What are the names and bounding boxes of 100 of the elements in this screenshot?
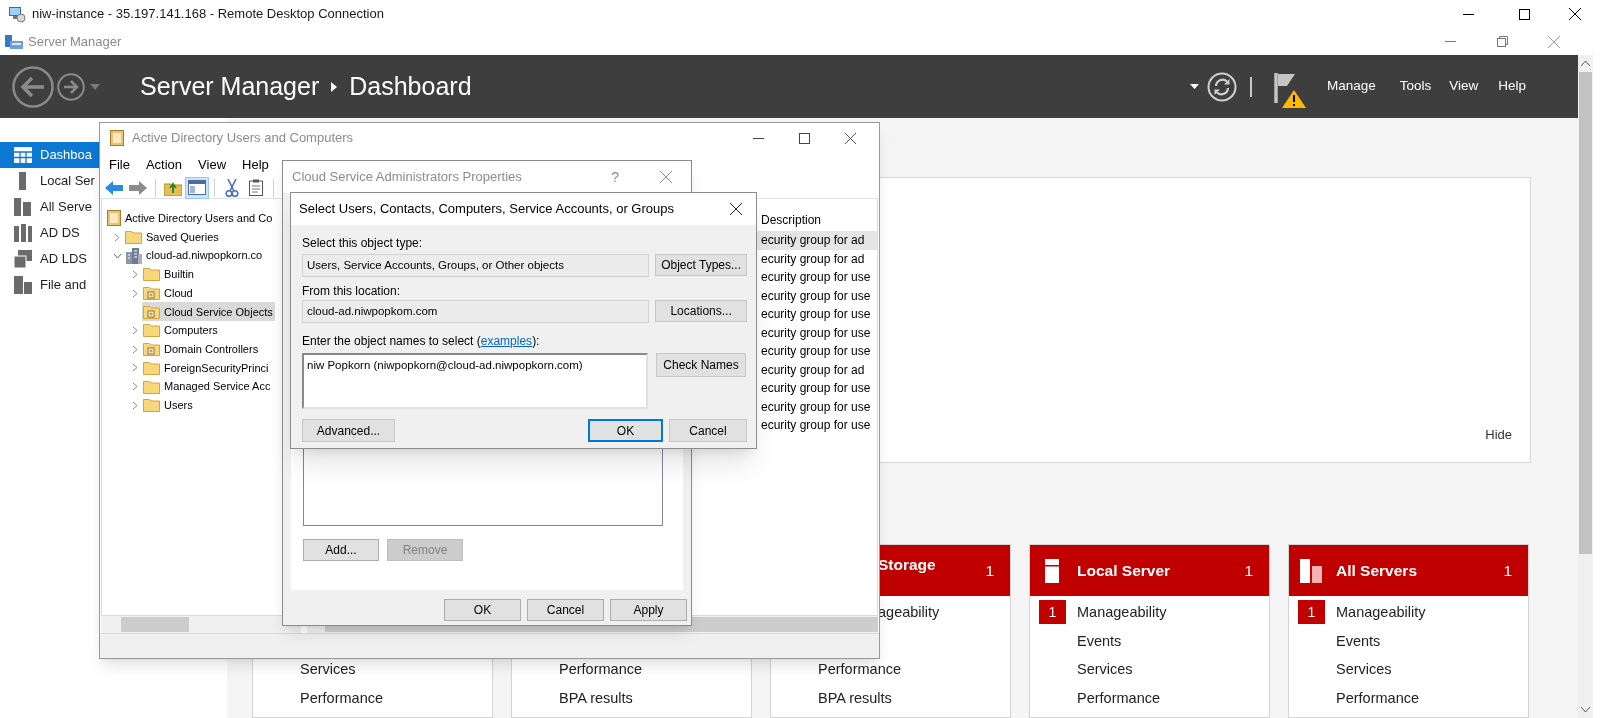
tile-link[interactable]: Performance <box>1336 689 1419 706</box>
menu-item[interactable]: File <box>104 155 135 175</box>
chevron-right-icon[interactable] <box>132 400 138 410</box>
dialog-button[interactable]: OK <box>444 599 521 621</box>
tile-title: Local Server <box>1077 560 1171 581</box>
menu-item[interactable]: Manage <box>1322 76 1380 97</box>
chevron-right-icon[interactable] <box>114 232 120 242</box>
menu-item[interactable]: Help <box>237 155 274 175</box>
window-title: Active Directory Users and Computers <box>132 129 354 148</box>
back-button-icon[interactable] <box>12 65 54 108</box>
tile-link[interactable]: Performance <box>300 689 383 706</box>
tree-item[interactable]: Cloud Service Objects <box>142 302 275 322</box>
minimize-icon[interactable] <box>752 137 764 139</box>
tile-link[interactable]: Events <box>1077 632 1122 649</box>
tree-item[interactable]: Computers <box>142 321 220 340</box>
scroll-down-icon[interactable] <box>1581 707 1590 712</box>
menu-item[interactable]: Tools <box>1395 76 1436 97</box>
breadcrumb-chevron-icon <box>331 81 338 92</box>
hide-link[interactable]: Hide <box>1485 424 1512 444</box>
tile-link[interactable]: Services <box>1077 661 1133 678</box>
sidebar-item[interactable]: Dashboa <box>0 142 99 168</box>
help-button[interactable]: ? <box>611 166 619 188</box>
scrollbar-thumb[interactable] <box>121 617 189 632</box>
column-header[interactable]: Description <box>761 211 822 229</box>
tree-item[interactable]: ForeignSecurityPrinci <box>142 358 271 378</box>
close-icon[interactable] <box>730 203 742 215</box>
minimize-icon[interactable] <box>1462 13 1474 15</box>
menu-item[interactable]: Action <box>140 155 188 175</box>
tile-link[interactable]: Performance <box>559 661 642 678</box>
tile-count: 1 <box>985 560 994 581</box>
scrollbar-thumb[interactable] <box>1579 72 1592 554</box>
folder-document-icon <box>143 286 160 301</box>
dialog-button[interactable]: Locations... <box>655 300 747 322</box>
tree-item[interactable]: Domain Controllers <box>142 339 261 359</box>
clipboard-icon <box>249 179 263 196</box>
tile-link[interactable]: Performance <box>818 661 901 678</box>
chevron-right-icon[interactable] <box>132 269 138 279</box>
examples-link[interactable]: examples <box>480 334 533 348</box>
forward-button-icon[interactable] <box>57 72 85 101</box>
readonly-field: Users, Service Accounts, Groups, or Other objects <box>302 254 650 277</box>
refresh-icon[interactable] <box>1206 71 1237 102</box>
dialog-button[interactable]: Check Names <box>656 353 746 377</box>
dialog-button[interactable]: Cancel <box>527 599 604 621</box>
servers-icon <box>1299 558 1322 583</box>
chevron-right-icon[interactable] <box>132 288 138 298</box>
tile-link[interactable]: Services <box>300 661 356 678</box>
tree-item[interactable]: Active Directory Users and Co <box>106 209 275 228</box>
field-label: Enter the object names to select (examples): <box>302 333 541 349</box>
flag-with-warning-icon[interactable] <box>1272 70 1307 109</box>
window-title: Server Manager <box>28 32 122 51</box>
chevron-down-icon[interactable] <box>112 252 122 259</box>
tile-link[interactable]: Performance <box>1077 689 1160 706</box>
maximize-icon[interactable] <box>1518 8 1530 20</box>
forward-arrow-icon <box>129 180 147 195</box>
tree-item[interactable]: Users <box>142 395 195 415</box>
server-icon <box>1044 558 1059 583</box>
tree-item[interactable]: Managed Service Acc <box>142 377 273 396</box>
field-label: From this location: <box>302 283 402 299</box>
tile-title: All Servers <box>1336 560 1417 581</box>
directory-book-icon <box>110 130 124 146</box>
maximize-icon[interactable] <box>798 132 810 144</box>
menu-item[interactable]: Help <box>1494 76 1530 97</box>
tile-link[interactable]: Manageability <box>1077 604 1167 621</box>
directory-book-icon <box>107 210 121 227</box>
tile-link[interactable]: Services <box>1336 661 1392 678</box>
chevron-right-icon[interactable] <box>132 344 138 354</box>
dropdown-caret-icon[interactable] <box>1189 84 1199 89</box>
window-panes-icon <box>188 180 206 195</box>
menu-item[interactable]: View <box>1445 76 1483 97</box>
dialog-title: Cloud Service Administrators Properties <box>292 168 522 187</box>
dialog-button[interactable]: Advanced... <box>302 419 395 442</box>
chevron-right-icon[interactable] <box>132 363 138 373</box>
tile-link[interactable]: Manageability <box>1336 604 1426 621</box>
scroll-up-icon[interactable] <box>1581 61 1590 66</box>
tree-item[interactable]: Builtin <box>142 265 196 284</box>
menu-item[interactable]: View <box>193 155 232 175</box>
close-icon[interactable] <box>844 132 856 144</box>
tree-item[interactable]: Cloud <box>142 283 195 303</box>
close-icon[interactable] <box>1569 8 1581 20</box>
vertical-scrollbar[interactable] <box>1578 55 1593 718</box>
page-title: Dashboard <box>349 70 472 102</box>
tile-link[interactable]: Events <box>1336 632 1381 649</box>
chevron-right-icon[interactable] <box>132 382 138 392</box>
horizontal-scrollbar[interactable] <box>101 616 301 633</box>
tile-link[interactable]: BPA results <box>559 689 633 706</box>
dialog-button[interactable]: Add... <box>303 539 379 561</box>
object-names-field[interactable]: niw Popkorn (niwpopkorn@cloud-ad.niwpopkorn.com) <box>302 353 648 409</box>
dialog-button[interactable]: Apply <box>610 599 687 621</box>
restore-icon[interactable] <box>1496 36 1508 47</box>
tile-link[interactable]: BPA results <box>818 689 892 706</box>
dialog-button[interactable]: Cancel <box>669 419 747 442</box>
tree-item[interactable]: cloud-ad.niwpopkorn.co <box>124 246 265 266</box>
chevron-right-icon[interactable] <box>132 325 138 335</box>
dialog-button[interactable]: Object Types... <box>655 254 747 276</box>
tile-link[interactable]: ageability <box>878 604 940 621</box>
dialog-button[interactable]: OK <box>588 419 663 442</box>
toolbar-button[interactable] <box>185 176 209 199</box>
tree-item[interactable]: Saved Queries <box>124 227 221 247</box>
folder-document-icon <box>143 342 160 357</box>
app-title: Server Manager <box>140 70 320 102</box>
